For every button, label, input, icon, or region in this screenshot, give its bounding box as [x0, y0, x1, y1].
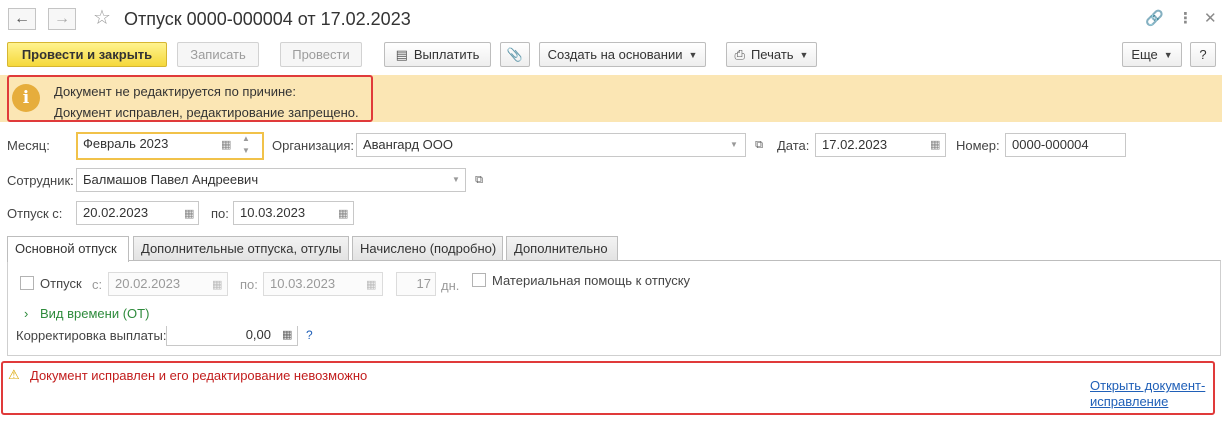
days-field[interactable]: 17 — [396, 272, 436, 296]
vacation-to-field[interactable]: 10.03.2023 — [233, 201, 354, 225]
open-correction-link-line1[interactable]: Открыть документ- — [1090, 378, 1205, 393]
tab-accrued-detailed[interactable]: Начислено (подробно) — [352, 236, 503, 261]
month-field[interactable]: Февраль 2023 — [76, 132, 264, 160]
calendar-icon: ▦ — [366, 279, 377, 291]
calendar-icon[interactable]: ▦ — [221, 138, 231, 151]
month-label: Месяц: — [7, 138, 50, 153]
star-icon[interactable]: ☆ — [93, 6, 111, 30]
close-icon[interactable]: ✕ — [1204, 8, 1217, 30]
post-button[interactable]: Провести — [280, 42, 362, 67]
date-field[interactable]: 17.02.2023 — [815, 133, 946, 157]
help-mark[interactable]: ? — [306, 328, 313, 342]
caret-down-icon: ▼ — [688, 49, 698, 60]
organization-label: Организация: — [272, 138, 355, 153]
more-icon[interactable]: ⋮ — [1178, 8, 1193, 30]
calendar-icon[interactable]: ▦ — [930, 138, 940, 151]
tab-from-field[interactable]: 20.02.2023 — [108, 272, 228, 296]
warning-line-2: Документ исправлен, редактирование запре… — [54, 105, 359, 120]
calendar-icon[interactable]: ▦ — [184, 207, 194, 220]
printer-icon: ⎙ — [734, 46, 745, 62]
open-correction-link-line2[interactable]: исправление — [1090, 394, 1168, 409]
tab-from-label: с: — [92, 277, 103, 292]
vacation-check-label: Отпуск — [40, 276, 82, 291]
arrow-left-icon: ← — [14, 10, 30, 27]
date-label: Дата: — [777, 138, 810, 153]
create-based-button[interactable]: Создать на основании ▼ — [539, 42, 706, 67]
payment-correction-label: Корректировка выплаты: — [16, 328, 167, 343]
page-title: Отпуск 0000-000004 от 17.02.2023 — [124, 9, 411, 29]
material-help-label: Материальная помощь к отпуску — [492, 273, 691, 288]
dropdown-icon[interactable]: ▼ — [452, 175, 460, 184]
number-field[interactable]: 0000-000004 — [1005, 133, 1126, 157]
material-help-checkbox[interactable] — [472, 273, 486, 287]
dropdown-icon[interactable]: ▼ — [730, 140, 738, 149]
caret-down-icon: ▼ — [799, 49, 809, 60]
open-icon[interactable]: ⧉ — [750, 136, 768, 154]
calendar-icon: ▦ — [212, 279, 223, 291]
help-button[interactable]: ? — [1190, 42, 1216, 67]
spin-down-icon[interactable]: ▼ — [242, 145, 250, 157]
calculator-icon[interactable]: ▦ — [282, 328, 292, 341]
link-icon[interactable]: 🔗 — [1145, 8, 1164, 30]
organization-field[interactable]: Авангард ООО — [356, 133, 746, 157]
caret-down-icon: ▼ — [1163, 49, 1173, 60]
attach-button[interactable]: 📎 — [500, 42, 530, 67]
employee-field[interactable]: Балмашов Павел Андреевич — [76, 168, 466, 192]
print-button[interactable]: ⎙ Печать ▼ — [726, 42, 817, 67]
arrow-right-icon: → — [54, 10, 70, 27]
vacation-to-label: по: — [211, 206, 229, 221]
tab-to-field[interactable]: 10.03.2023 — [263, 272, 383, 296]
vacation-from-field[interactable]: 20.02.2023 — [76, 201, 199, 225]
open-icon[interactable]: ⧉ — [470, 171, 488, 189]
document-icon: ▤ — [395, 46, 408, 62]
time-type-link[interactable]: Вид времени (ОТ) — [40, 306, 149, 322]
tab-main-vacation[interactable]: Основной отпуск — [7, 236, 129, 262]
post-and-close-button[interactable]: Провести и закрыть — [7, 42, 167, 67]
payment-correction-field[interactable]: 0,00 — [166, 326, 298, 346]
days-label: дн. — [441, 278, 460, 293]
more-button[interactable]: Еще ▼ — [1122, 42, 1182, 67]
employee-label: Сотрудник: — [7, 173, 74, 188]
info-icon: i — [12, 84, 40, 112]
warning-line-1: Документ не редактируется по причине: — [54, 84, 297, 99]
back-button[interactable]: ← — [8, 8, 36, 30]
pay-button[interactable]: ▤ Выплатить — [384, 42, 491, 67]
tab-additional[interactable]: Дополнительно — [506, 236, 618, 261]
tab-additional-vacations[interactable]: Дополнительные отпуска, отгулы — [133, 236, 349, 261]
write-button[interactable]: Записать — [177, 42, 259, 67]
number-label: Номер: — [956, 138, 1000, 153]
vacation-checkbox[interactable] — [20, 276, 34, 290]
paperclip-icon: 📎 — [506, 46, 524, 62]
warning-icon: ⚠ — [8, 367, 20, 382]
forward-button[interactable]: → — [48, 8, 76, 30]
vacation-from-label: Отпуск с: — [7, 206, 63, 221]
tab-to-label: по: — [240, 277, 258, 292]
calendar-icon[interactable]: ▦ — [338, 207, 348, 220]
error-message: Документ исправлен и его редактирование … — [30, 368, 368, 383]
spin-up-icon[interactable]: ▲ — [242, 133, 250, 145]
chevron-right-icon[interactable]: › — [24, 306, 28, 322]
